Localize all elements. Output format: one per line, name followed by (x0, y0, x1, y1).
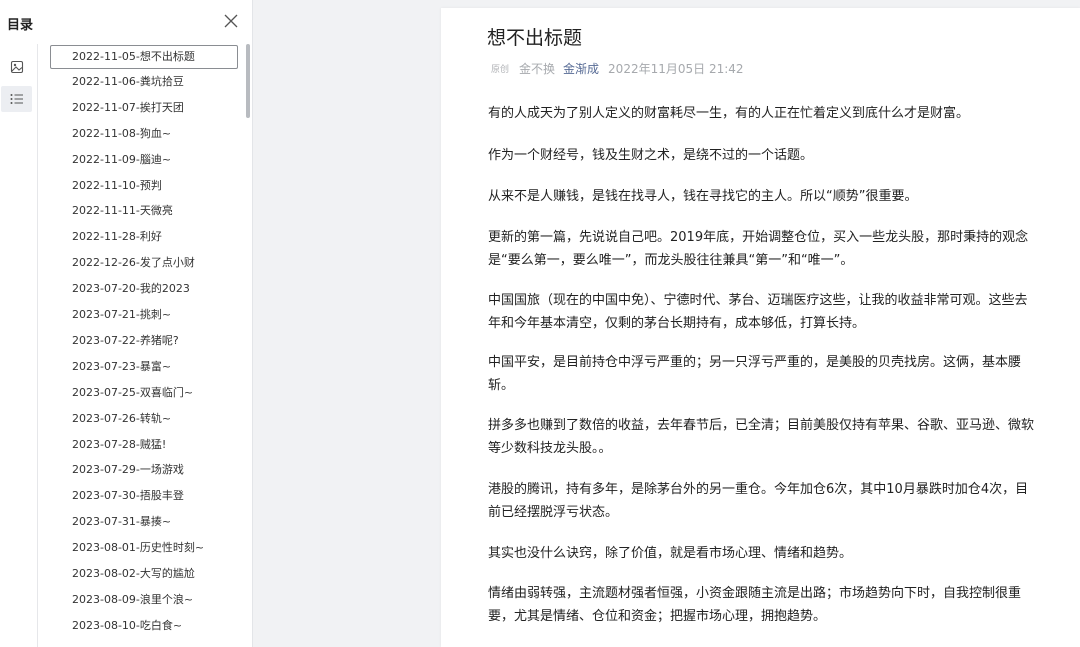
article-paragraph: 作为一个财经号，钱及生财之术，是绕不过的一个话题。 (488, 148, 814, 163)
toc-item[interactable]: 2022-11-10-预判 (50, 175, 238, 199)
toc-item[interactable]: 2022-12-26-发了点小财 (50, 252, 238, 276)
article-paragraph: 中国国旅（现在的中国中免）、宁德时代、茅台、迈瑞医疗这些，让我的收益非常可观。这… (488, 293, 1028, 331)
author-name-link[interactable]: 金渐成 (563, 60, 599, 77)
article-paragraph: 情绪由弱转强，主流题材强者恒强，小资金跟随主流是出路；市场趋势向下时，自我控制很… (488, 586, 1022, 624)
image-icon (10, 59, 24, 78)
toc-header: 目录 (0, 0, 253, 44)
article-paragraph: 其实也没什么诀窍，除了价值，就是看市场心理、情绪和趋势。 (488, 546, 853, 561)
toc-item[interactable]: 2023-07-28-贼猛! (50, 434, 238, 458)
toc-item[interactable]: 2022-11-28-利好 (50, 226, 238, 250)
toc-scrollbar[interactable] (246, 44, 250, 118)
close-icon[interactable] (222, 12, 240, 30)
toc-side-rail (0, 44, 38, 647)
toc-item[interactable]: 2023-07-29-一场游戏 (50, 459, 238, 483)
toc-item[interactable]: 2022-11-09-腦迪~ (50, 149, 238, 173)
reader-window: 目录 2022-11-05-想不出标题 2022-11-06-粪坑拾豆 2022… (0, 0, 1080, 647)
toc-item[interactable]: 2023-07-21-挑刺~ (50, 304, 238, 328)
article-page: 想不出标题 原创 金不换 金渐成 2022年11月05日 21:42 有的人成天… (441, 8, 1080, 647)
toc-panel: 目录 2022-11-05-想不出标题 2022-11-06-粪坑拾豆 2022… (0, 0, 253, 647)
toc-item[interactable]: 2022-11-07-挨打天团 (50, 97, 238, 121)
image-view-button[interactable] (1, 55, 32, 81)
list-icon (10, 90, 24, 109)
article-paragraph: 拼多多也赚到了数倍的收益，去年春节后，已全清；目前美股仅持有苹果、谷歌、亚马逊、… (488, 418, 1035, 456)
toc-item[interactable]: 2023-08-10-吃白食~ (50, 615, 238, 639)
article-paragraph: 更新的第一篇，先说说自己吧。2019年底，开始调整仓位，买入一些龙头股，那时秉持… (488, 230, 1029, 268)
article-title: 想不出标题 (487, 27, 583, 49)
article-paragraph: 港股的腾讯，持有多年，是除茅台外的另一重仓。今年加仓6次，其中10月暴跌时加仓4… (488, 482, 1029, 520)
toc-item[interactable]: 2022-11-11-天微亮 (50, 200, 238, 224)
toc-item[interactable]: 2023-07-22-养猪呢? (50, 330, 238, 354)
toc-item[interactable]: 2022-11-08-狗血~ (50, 123, 238, 147)
toc-item[interactable]: 2023-08-02-大写的尴尬 (50, 563, 238, 587)
toc-item[interactable]: 2023-07-20-我的2023 (50, 278, 238, 302)
toc-title: 目录 (7, 18, 34, 33)
article-paragraph: 从来不是人赚钱，是钱在找寻人，钱在寻找它的主人。所以“顺势”很重要。 (488, 189, 918, 204)
article-meta: 原创 金不换 金渐成 2022年11月05日 21:42 (491, 59, 744, 77)
article-paragraph: 中国平安，是目前持仓中浮亏严重的；另一只浮亏严重的，是美股的贝壳找房。这俩，基本… (488, 355, 1022, 393)
account-name-link[interactable]: 金不换 (519, 60, 555, 77)
toc-item[interactable]: 2023-07-23-暴富~ (50, 356, 238, 380)
publish-date: 2022年11月05日 21:42 (608, 61, 744, 76)
list-view-button[interactable] (1, 86, 32, 112)
article-paragraph: 有的人成天为了别人定义的财富耗尽一生，有的人正在忙着定义到底什么才是财富。 (488, 106, 970, 121)
toc-item[interactable]: 2023-07-30-捂股丰登 (50, 485, 238, 509)
original-tag: 原创 (491, 64, 510, 75)
toc-list: 2022-11-05-想不出标题 2022-11-06-粪坑拾豆 2022-11-0… (38, 44, 246, 647)
toc-item[interactable]: 2023-08-09-浪里个浪~ (50, 589, 238, 613)
toc-item[interactable]: 2023-07-26-转轨~ (50, 408, 238, 432)
toc-item[interactable]: 2023-07-25-双喜临门~ (50, 382, 238, 406)
toc-item[interactable]: 2023-08-01-历史性时刻~ (50, 537, 238, 561)
toc-item[interactable]: 2022-11-05-想不出标题 (50, 45, 238, 69)
toc-item[interactable]: 2022-11-06-粪坑拾豆 (50, 71, 238, 95)
toc-item[interactable]: 2023-07-31-暴揍~ (50, 511, 238, 535)
